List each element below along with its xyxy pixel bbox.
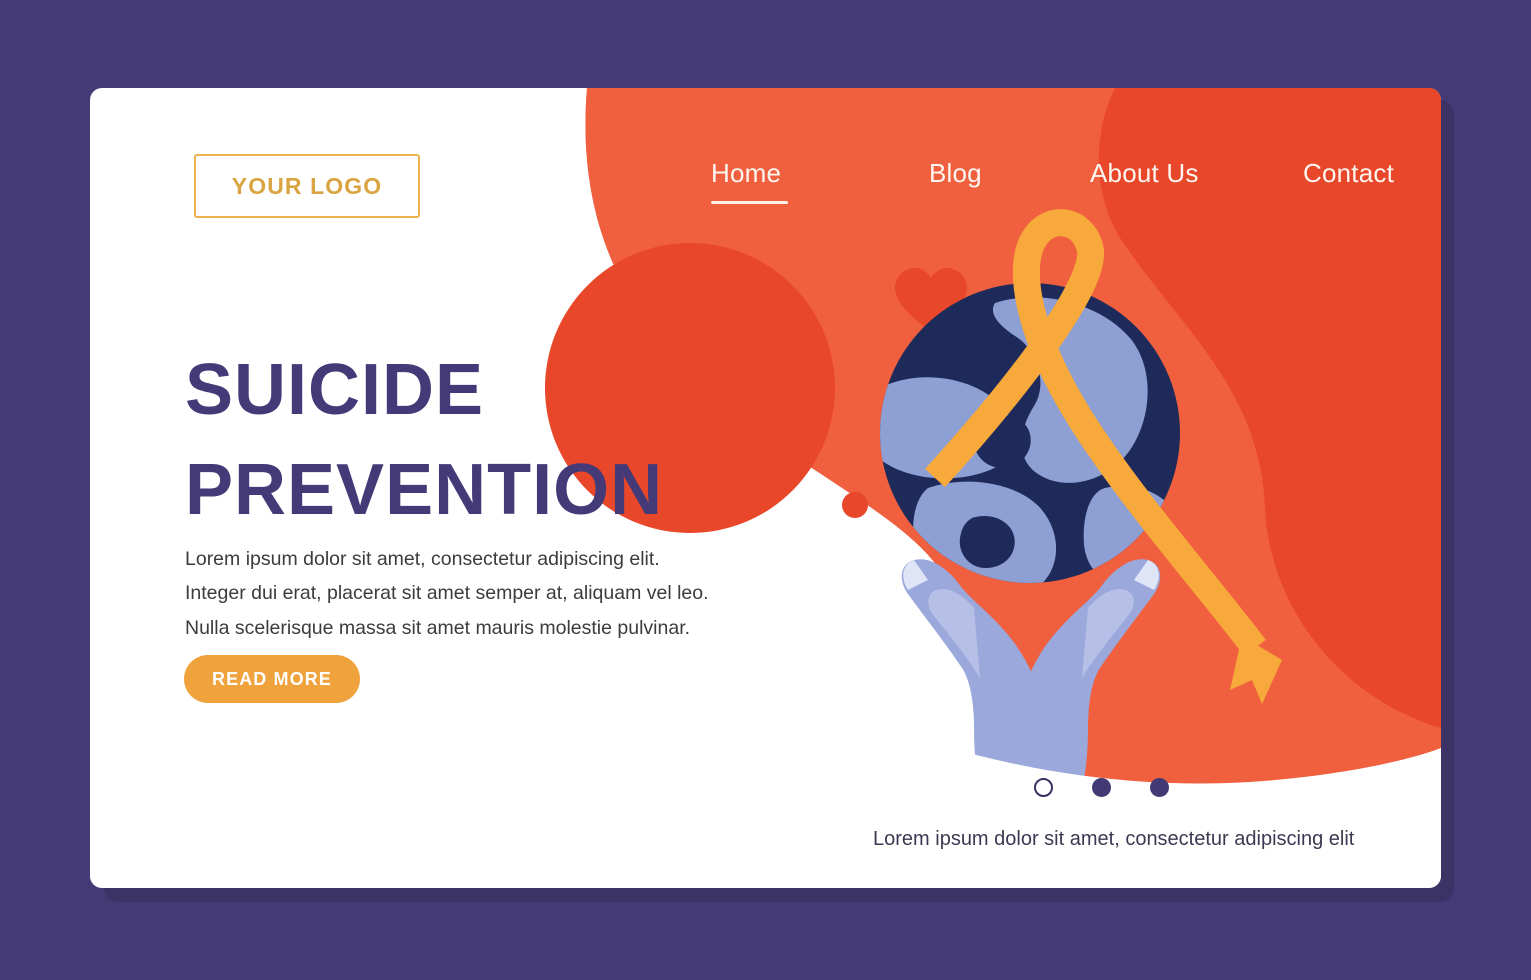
hero-card: YOUR LOGO Home Blog About Us Contact SUI…	[90, 88, 1441, 888]
hero-paragraph-line-3: Nulla scelerisque massa sit amet mauris …	[185, 616, 691, 639]
nav-item-contact[interactable]: Contact	[1303, 158, 1394, 189]
logo-box[interactable]: YOUR LOGO	[194, 154, 420, 218]
read-more-button[interactable]: READ MORE	[184, 655, 360, 703]
orange-dot-small	[842, 492, 868, 518]
nav-item-about-us[interactable]: About Us	[1090, 158, 1199, 189]
carousel-dot-3[interactable]	[1150, 778, 1169, 797]
logo-text: YOUR LOGO	[231, 172, 383, 199]
nav-active-underline	[711, 201, 788, 204]
carousel-caption: Lorem ipsum dolor sit amet, consectetur …	[873, 828, 1355, 850]
hero-paragraph: Lorem ipsum dolor sit amet, consectetur …	[185, 542, 745, 646]
carousel-dot-1[interactable]	[1034, 778, 1053, 797]
page-root: YOUR LOGO Home Blog About Us Contact SUI…	[0, 0, 1531, 980]
page-title-line-2: PREVENTION	[185, 449, 664, 530]
page-title: SUICIDE PREVENTION	[185, 341, 825, 540]
hero-paragraph-line-2: Integer dui erat, placerat sit amet semp…	[185, 582, 709, 605]
page-title-line-1: SUICIDE	[185, 350, 485, 431]
carousel-dot-2[interactable]	[1092, 778, 1111, 797]
nav-item-blog[interactable]: Blog	[929, 158, 982, 189]
main-navigation: Home Blog About Us Contact	[690, 158, 1420, 216]
nav-item-home[interactable]: Home	[711, 158, 781, 189]
hero-paragraph-line-1: Lorem ipsum dolor sit amet, consectetur …	[185, 547, 660, 570]
